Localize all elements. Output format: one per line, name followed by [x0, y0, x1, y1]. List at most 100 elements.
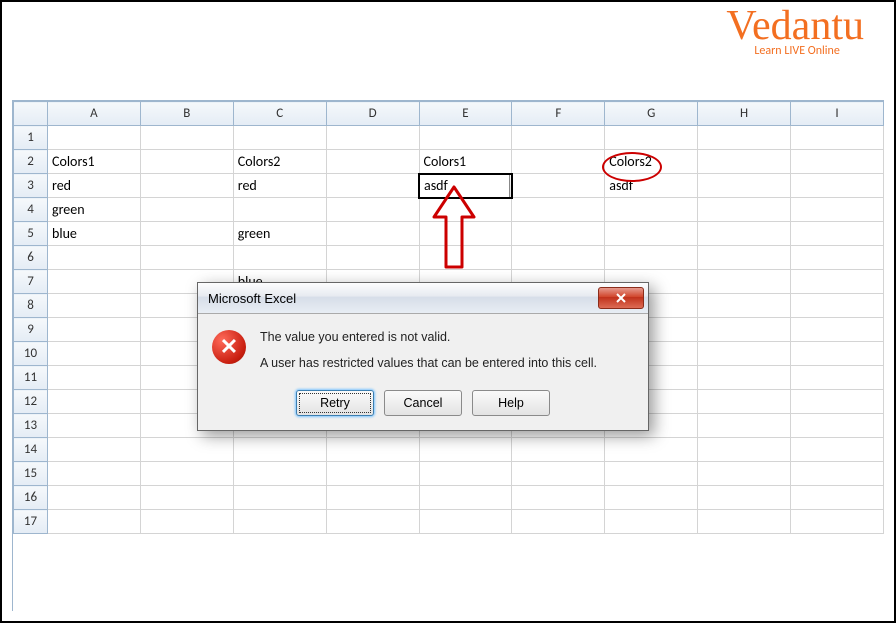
cell-I17[interactable]: [791, 510, 884, 534]
cell-H8[interactable]: [698, 294, 791, 318]
dialog-titlebar[interactable]: Microsoft Excel: [198, 283, 648, 314]
cell-H7[interactable]: [698, 270, 791, 294]
col-header-D[interactable]: D: [326, 102, 419, 126]
cell-B5[interactable]: [140, 222, 233, 246]
cell-G16[interactable]: [605, 486, 698, 510]
cell-I15[interactable]: [791, 462, 884, 486]
col-header-G[interactable]: G: [605, 102, 698, 126]
cell-I8[interactable]: [791, 294, 884, 318]
cell-H1[interactable]: [698, 126, 791, 150]
cell-A6[interactable]: [48, 246, 141, 270]
cell-A8[interactable]: [48, 294, 141, 318]
cell-F5[interactable]: [512, 222, 605, 246]
cell-B3[interactable]: [140, 174, 233, 198]
cell-C4[interactable]: [233, 198, 326, 222]
cell-H11[interactable]: [698, 366, 791, 390]
cell-G4[interactable]: [605, 198, 698, 222]
cell-C16[interactable]: [233, 486, 326, 510]
cell-G14[interactable]: [605, 438, 698, 462]
row-header-1[interactable]: 1: [14, 126, 48, 150]
cell-D6[interactable]: [326, 246, 419, 270]
retry-button[interactable]: Retry: [296, 390, 374, 416]
cell-I5[interactable]: [791, 222, 884, 246]
cell-G17[interactable]: [605, 510, 698, 534]
cell-E17[interactable]: [419, 510, 512, 534]
cell-A3[interactable]: red: [48, 174, 141, 198]
cell-I6[interactable]: [791, 246, 884, 270]
cell-C3[interactable]: red: [233, 174, 326, 198]
cell-D3[interactable]: [326, 174, 419, 198]
row-header-4[interactable]: 4: [14, 198, 48, 222]
row-header-16[interactable]: 16: [14, 486, 48, 510]
row-header-8[interactable]: 8: [14, 294, 48, 318]
cell-A9[interactable]: [48, 318, 141, 342]
row-header-3[interactable]: 3: [14, 174, 48, 198]
cell-F1[interactable]: [512, 126, 605, 150]
row-header-14[interactable]: 14: [14, 438, 48, 462]
cell-B15[interactable]: [140, 462, 233, 486]
cell-E3[interactable]: asdf▼: [419, 174, 512, 198]
cell-D2[interactable]: [326, 150, 419, 174]
cancel-button[interactable]: Cancel: [384, 390, 462, 416]
col-header-E[interactable]: E: [419, 102, 512, 126]
row-header-17[interactable]: 17: [14, 510, 48, 534]
cell-F4[interactable]: [512, 198, 605, 222]
cell-F17[interactable]: [512, 510, 605, 534]
cell-G6[interactable]: [605, 246, 698, 270]
cell-G2[interactable]: Colors2: [605, 150, 698, 174]
cell-H12[interactable]: [698, 390, 791, 414]
row-header-10[interactable]: 10: [14, 342, 48, 366]
cell-H5[interactable]: [698, 222, 791, 246]
help-button[interactable]: Help: [472, 390, 550, 416]
row-header-11[interactable]: 11: [14, 366, 48, 390]
col-header-A[interactable]: A: [48, 102, 141, 126]
cell-I7[interactable]: [791, 270, 884, 294]
cell-A14[interactable]: [48, 438, 141, 462]
cell-H15[interactable]: [698, 462, 791, 486]
cell-E4[interactable]: [419, 198, 512, 222]
cell-H4[interactable]: [698, 198, 791, 222]
cell-F3[interactable]: [512, 174, 605, 198]
cell-A13[interactable]: [48, 414, 141, 438]
cell-E6[interactable]: [419, 246, 512, 270]
cell-H6[interactable]: [698, 246, 791, 270]
select-all-corner[interactable]: [14, 102, 48, 126]
cell-I13[interactable]: [791, 414, 884, 438]
cell-H10[interactable]: [698, 342, 791, 366]
cell-A1[interactable]: [48, 126, 141, 150]
cell-A11[interactable]: [48, 366, 141, 390]
cell-I10[interactable]: [791, 342, 884, 366]
cell-D1[interactable]: [326, 126, 419, 150]
cell-H9[interactable]: [698, 318, 791, 342]
cell-I4[interactable]: [791, 198, 884, 222]
col-header-I[interactable]: I: [791, 102, 884, 126]
cell-A15[interactable]: [48, 462, 141, 486]
cell-E15[interactable]: [419, 462, 512, 486]
row-header-2[interactable]: 2: [14, 150, 48, 174]
cell-B1[interactable]: [140, 126, 233, 150]
cell-E1[interactable]: [419, 126, 512, 150]
cell-H17[interactable]: [698, 510, 791, 534]
cell-I16[interactable]: [791, 486, 884, 510]
cell-C5[interactable]: green: [233, 222, 326, 246]
cell-E16[interactable]: [419, 486, 512, 510]
cell-G15[interactable]: [605, 462, 698, 486]
row-header-12[interactable]: 12: [14, 390, 48, 414]
cell-A4[interactable]: green: [48, 198, 141, 222]
cell-A10[interactable]: [48, 342, 141, 366]
col-header-B[interactable]: B: [140, 102, 233, 126]
cell-B14[interactable]: [140, 438, 233, 462]
cell-I9[interactable]: [791, 318, 884, 342]
cell-C15[interactable]: [233, 462, 326, 486]
col-header-F[interactable]: F: [512, 102, 605, 126]
cell-C14[interactable]: [233, 438, 326, 462]
cell-B17[interactable]: [140, 510, 233, 534]
cell-B2[interactable]: [140, 150, 233, 174]
cell-C17[interactable]: [233, 510, 326, 534]
cell-F14[interactable]: [512, 438, 605, 462]
cell-G5[interactable]: [605, 222, 698, 246]
row-header-5[interactable]: 5: [14, 222, 48, 246]
cell-H13[interactable]: [698, 414, 791, 438]
cell-D15[interactable]: [326, 462, 419, 486]
col-header-C[interactable]: C: [233, 102, 326, 126]
